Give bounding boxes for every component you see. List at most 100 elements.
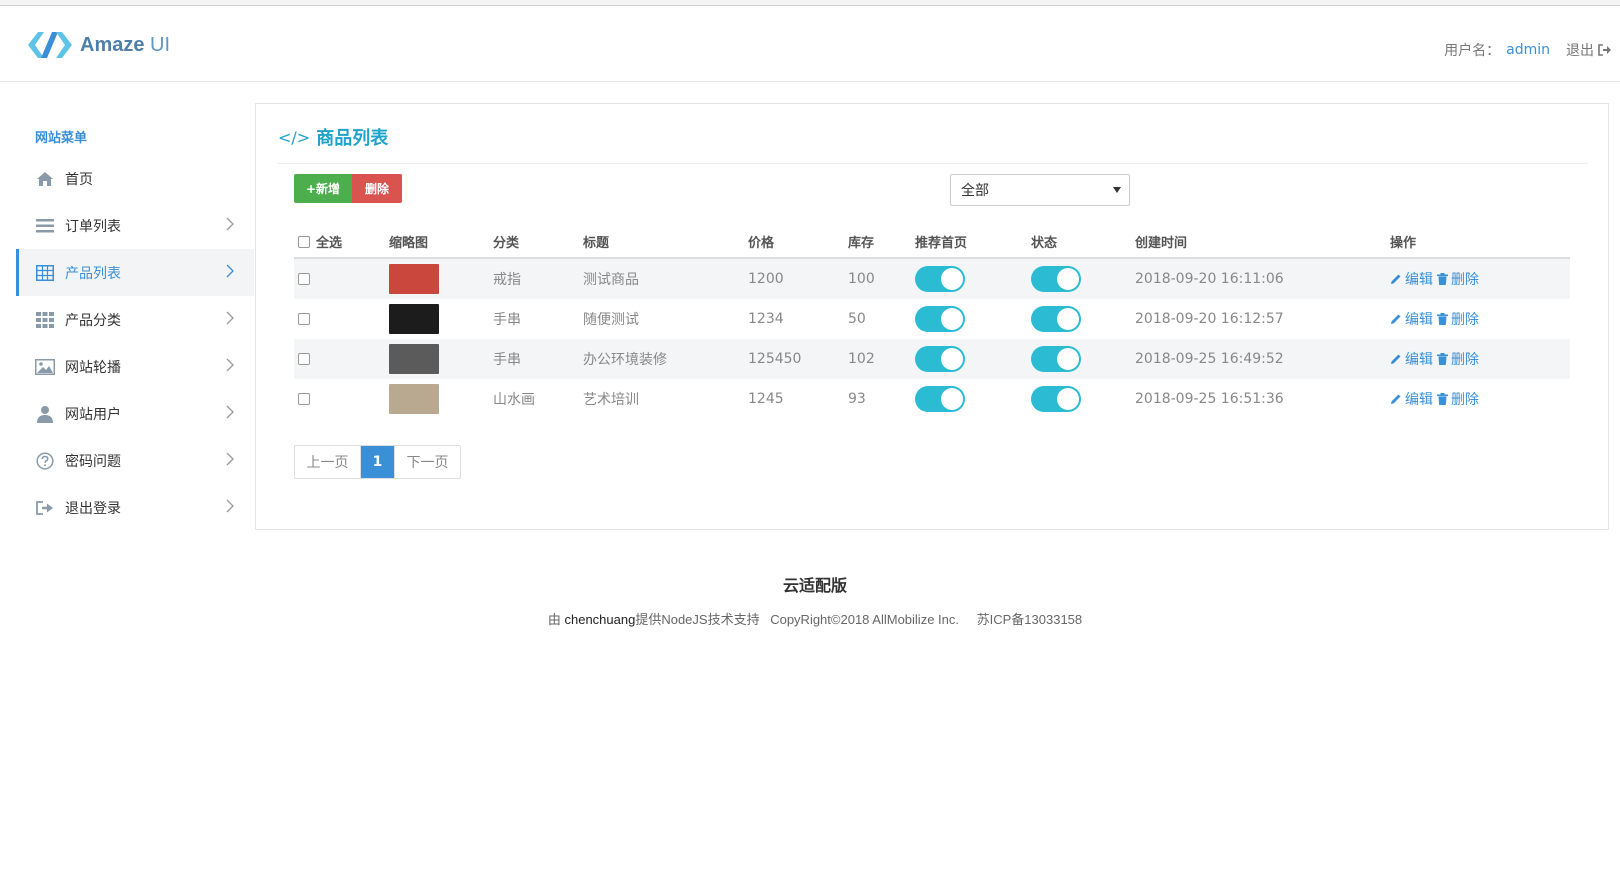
table-row: 戒指 测试商品 1200 100 2018-09-20 16:11:06 编辑 删除 — [294, 259, 1570, 299]
recommend-toggle[interactable] — [915, 386, 965, 412]
table-row: 山水画 艺术培训 1245 93 2018-09-25 16:51:36 编辑 删除 — [294, 379, 1570, 419]
edit-link[interactable]: 编辑 — [1390, 309, 1433, 329]
row-checkbox[interactable] — [298, 353, 310, 365]
sidebar-item-logout[interactable]: 退出登录 — [16, 484, 254, 531]
title-cell: 艺术培训 — [583, 392, 639, 408]
title-cell: 测试商品 — [583, 272, 639, 288]
table-row: 手串 办公环境装修 125450 102 2018-09-25 16:49:52 编辑 删除 — [294, 339, 1570, 379]
trash-icon — [1437, 353, 1448, 365]
column-header: 操作 — [1390, 236, 1417, 251]
logout-link[interactable]: 退出 — [1566, 40, 1612, 60]
sidebar-item-home[interactable]: 首页 — [16, 155, 254, 202]
column-header: 缩略图 — [389, 236, 429, 251]
column-header: 标题 — [583, 236, 610, 251]
product-thumbnail — [389, 264, 439, 294]
sidebar-item-users[interactable]: 网站用户 — [16, 390, 254, 437]
toggle-knob — [941, 308, 963, 330]
page-title: </> 商品列表 — [278, 127, 389, 150]
row-checkbox[interactable] — [298, 393, 310, 405]
edit-link[interactable]: 编辑 — [1390, 269, 1433, 289]
sidebar-item-label: 产品分类 — [65, 312, 121, 329]
footer-title: 云适配版 — [782, 576, 847, 595]
code-icon: </> — [278, 127, 311, 147]
sidebar-item-password-questions[interactable]: 密码问题 — [16, 437, 254, 484]
table-row: 手串 随便测试 1234 50 2018-09-20 16:12:57 编辑 删除 — [294, 299, 1570, 339]
recommend-toggle[interactable] — [915, 346, 965, 372]
user-icon — [35, 404, 55, 424]
product-list-panel: </> 商品列表 +新增 删除 全部 全选 缩略图 分类 标题 价格 库存 推荐… — [255, 103, 1609, 530]
price-cell: 1245 — [748, 391, 784, 407]
product-thumbnail — [389, 344, 439, 374]
delete-link[interactable]: 删除 — [1437, 389, 1479, 409]
title-cell: 随便测试 — [583, 312, 639, 328]
recommend-toggle[interactable] — [915, 266, 965, 292]
status-toggle[interactable] — [1031, 306, 1081, 332]
category-cell: 手串 — [493, 352, 521, 368]
footer-support-suffix: 提供NodeJS技术支持 — [635, 612, 760, 627]
delete-link[interactable]: 删除 — [1437, 349, 1479, 369]
toggle-knob — [1057, 388, 1079, 410]
amaze-logo-icon — [28, 32, 72, 58]
row-checkbox[interactable] — [298, 273, 310, 285]
column-header: 状态 — [1031, 236, 1058, 251]
sidebar-item-categories[interactable]: 产品分类 — [16, 296, 254, 343]
price-cell: 1200 — [748, 271, 784, 287]
select-all-checkbox[interactable] — [298, 235, 310, 248]
sidebar-item-orders[interactable]: 订单列表 — [16, 202, 254, 249]
logo[interactable]: Amaze UI — [28, 28, 170, 62]
column-header: 库存 — [848, 236, 875, 251]
username-label: 用户名： — [1444, 43, 1501, 59]
delete-link[interactable]: 删除 — [1437, 309, 1479, 329]
trash-icon — [1437, 313, 1448, 325]
pencil-icon — [1391, 354, 1401, 364]
status-toggle[interactable] — [1031, 386, 1081, 412]
recommend-toggle[interactable] — [915, 306, 965, 332]
stock-cell: 100 — [848, 271, 875, 287]
next-page-button[interactable]: 下一页 — [394, 446, 460, 478]
question-icon — [35, 451, 55, 471]
table-icon — [35, 263, 55, 283]
add-button[interactable]: +新增 — [294, 174, 352, 203]
sidebar-item-products[interactable]: 产品列表 — [16, 249, 254, 296]
product-thumbnail — [389, 384, 439, 414]
delete-link[interactable]: 删除 — [1437, 269, 1479, 289]
created-time-cell: 2018-09-20 16:11:06 — [1135, 271, 1284, 287]
sidebar-title: 网站菜单 — [35, 131, 88, 146]
trash-icon — [1437, 393, 1448, 405]
chevron-down-icon — [1113, 187, 1121, 193]
chevron-right-icon — [226, 217, 234, 231]
prev-page-button[interactable]: 上一页 — [295, 446, 361, 478]
sidebar-item-carousel[interactable]: 网站轮播 — [16, 343, 254, 390]
price-cell: 125450 — [748, 351, 802, 367]
table-header: 全选 缩略图 分类 标题 价格 库存 推荐首页 状态 创建时间 操作 — [294, 221, 1570, 259]
created-time-cell: 2018-09-25 16:51:36 — [1135, 391, 1284, 407]
created-time-cell: 2018-09-25 16:49:52 — [1135, 351, 1284, 367]
sign-out-icon — [35, 498, 55, 518]
status-toggle[interactable] — [1031, 346, 1081, 372]
chevron-right-icon — [226, 311, 234, 325]
page-number-button[interactable]: 1 — [361, 446, 394, 478]
stock-cell: 50 — [848, 311, 866, 327]
category-cell: 手串 — [493, 312, 521, 328]
edit-link[interactable]: 编辑 — [1390, 389, 1433, 409]
product-thumbnail — [389, 304, 439, 334]
grid-icon — [35, 310, 55, 330]
sidebar-item-label: 退出登录 — [65, 500, 121, 517]
status-toggle[interactable] — [1031, 266, 1081, 292]
chevron-right-icon — [226, 405, 234, 419]
trash-icon — [1437, 273, 1448, 285]
stock-cell: 102 — [848, 351, 875, 367]
price-cell: 1234 — [748, 311, 784, 327]
username-link[interactable]: admin — [1506, 42, 1550, 58]
sidebar-item-label: 首页 — [65, 171, 93, 188]
column-header: 全选 — [316, 236, 343, 251]
row-checkbox[interactable] — [298, 313, 310, 325]
bulk-delete-button[interactable]: 删除 — [352, 174, 402, 203]
chevron-right-icon — [226, 358, 234, 372]
category-filter-select[interactable]: 全部 — [950, 174, 1130, 206]
divider — [278, 163, 1588, 164]
edit-link[interactable]: 编辑 — [1390, 349, 1433, 369]
sidebar-item-label: 密码问题 — [65, 453, 121, 470]
column-header: 推荐首页 — [915, 236, 968, 251]
footer-support-name: chenchuang — [564, 612, 636, 627]
